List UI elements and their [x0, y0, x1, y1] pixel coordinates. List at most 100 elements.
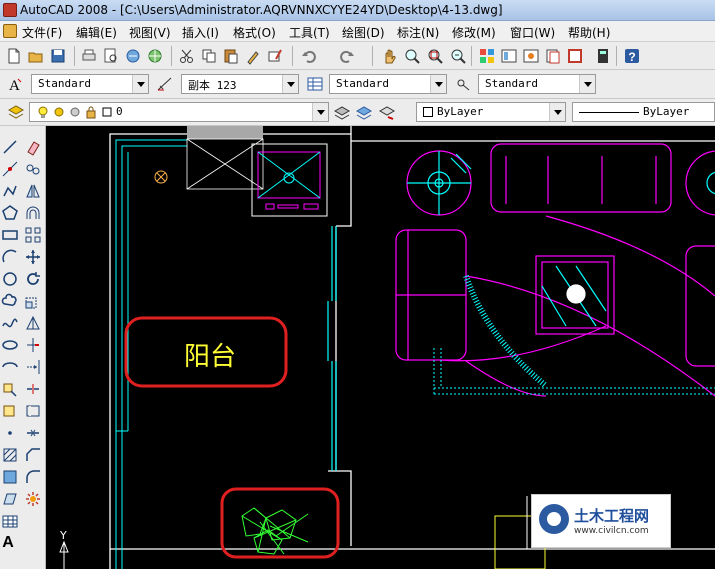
markup-icon[interactable]	[566, 47, 584, 65]
save-icon[interactable]	[49, 47, 67, 65]
make-object-layer-current-icon[interactable]	[333, 103, 351, 121]
break-icon[interactable]	[24, 402, 42, 420]
text-style-combo[interactable]: Standard	[31, 74, 149, 94]
drawing-canvas[interactable]: 阳台 Y 土木工程网 www.civilcn.com	[46, 126, 715, 569]
trim-icon[interactable]	[24, 336, 42, 354]
print-icon[interactable]	[80, 47, 98, 65]
tool-palettes-icon[interactable]	[522, 47, 540, 65]
chevron-down-icon[interactable]	[579, 75, 595, 93]
rectangle-icon[interactable]	[1, 226, 19, 244]
paste-icon[interactable]	[222, 47, 240, 65]
menu-modify[interactable]: 修改(M)	[452, 24, 496, 41]
layer-combo[interactable]: 0	[29, 102, 329, 122]
undo-icon[interactable]	[300, 47, 318, 65]
hatch-icon[interactable]	[1, 446, 19, 464]
calculator-icon[interactable]	[594, 47, 612, 65]
layer-previous-icon[interactable]	[355, 103, 373, 121]
menu-insert[interactable]: 插入(I)	[182, 24, 219, 41]
revcloud-icon[interactable]	[1, 292, 19, 310]
menu-tools[interactable]: 工具(T)	[289, 24, 330, 41]
chevron-down-icon[interactable]	[282, 75, 298, 93]
publish-icon[interactable]	[124, 47, 142, 65]
fillet-icon[interactable]	[24, 468, 42, 486]
cut-icon[interactable]	[178, 47, 196, 65]
zoom-realtime-icon[interactable]	[403, 47, 421, 65]
chevron-down-icon[interactable]	[549, 103, 565, 121]
join-icon[interactable]	[24, 424, 42, 442]
table-style-combo[interactable]: Standard	[329, 74, 447, 94]
gradient-icon[interactable]	[1, 468, 19, 486]
menu-help[interactable]: 帮助(H)	[568, 24, 610, 41]
polyline-icon[interactable]	[1, 182, 19, 200]
scale-icon[interactable]	[24, 292, 42, 310]
construction-line-icon[interactable]	[1, 160, 19, 178]
menu-window[interactable]: 窗口(W)	[510, 24, 555, 41]
design-center-icon[interactable]	[500, 47, 518, 65]
ellipse-icon[interactable]	[1, 336, 19, 354]
new-icon[interactable]	[5, 47, 23, 65]
document-icon[interactable]	[3, 24, 17, 38]
plot-preview-icon[interactable]	[102, 47, 120, 65]
rotate-icon[interactable]	[24, 270, 42, 288]
autocad-app-icon[interactable]	[3, 3, 17, 17]
copy-object-icon[interactable]	[24, 160, 42, 178]
arc-icon[interactable]	[1, 248, 19, 266]
dimension-style-combo[interactable]: 副本 123	[181, 74, 299, 94]
chevron-down-icon[interactable]	[132, 75, 148, 93]
block-editor-icon[interactable]	[266, 47, 284, 65]
text-style-icon[interactable]: A	[6, 75, 24, 93]
redo-icon[interactable]	[338, 47, 356, 65]
chevron-down-icon[interactable]	[430, 75, 446, 93]
menu-file[interactable]: 文件(F)	[22, 24, 62, 41]
dimension-style-icon[interactable]	[156, 75, 174, 93]
coffee-table	[535, 255, 615, 335]
zoom-window-icon[interactable]	[426, 47, 444, 65]
layer-manager-icon[interactable]	[7, 103, 25, 121]
point-icon[interactable]	[1, 424, 19, 442]
menu-dimension[interactable]: 标注(N)	[397, 24, 439, 41]
move-icon[interactable]	[24, 248, 42, 266]
break-at-point-icon[interactable]	[24, 380, 42, 398]
layer-states-icon[interactable]	[378, 103, 396, 121]
make-block-icon[interactable]	[1, 402, 19, 420]
polygon-icon[interactable]	[1, 204, 19, 222]
explode-icon[interactable]	[24, 490, 42, 508]
multileader-style-combo[interactable]: Standard	[478, 74, 596, 94]
zoom-previous-icon[interactable]	[449, 47, 467, 65]
extend-icon[interactable]	[24, 358, 42, 376]
array-icon[interactable]	[24, 226, 42, 244]
color-combo[interactable]: ByLayer	[416, 102, 566, 122]
open-icon[interactable]	[27, 47, 45, 65]
pan-icon[interactable]	[380, 47, 398, 65]
region-icon[interactable]	[1, 490, 19, 508]
insert-block-icon[interactable]	[1, 380, 19, 398]
circle-icon[interactable]	[1, 270, 19, 288]
offset-icon[interactable]	[24, 204, 42, 222]
copy-icon[interactable]	[200, 47, 218, 65]
menu-format[interactable]: 格式(O)	[233, 24, 276, 41]
multileader-style-icon[interactable]	[455, 75, 473, 93]
dimension-style-value: 副本 123	[188, 79, 237, 92]
color-swatch-icon	[98, 103, 116, 121]
menu-edit[interactable]: 编辑(E)	[76, 24, 117, 41]
sheet-set-icon[interactable]	[544, 47, 562, 65]
table-icon[interactable]	[1, 512, 19, 530]
menu-view[interactable]: 视图(V)	[129, 24, 171, 41]
line-icon[interactable]	[1, 138, 19, 156]
menu-draw[interactable]: 绘图(D)	[342, 24, 385, 41]
ellipse-arc-icon[interactable]	[1, 358, 19, 376]
table-style-icon[interactable]	[306, 75, 324, 93]
ucs-y-label: Y	[60, 529, 67, 542]
properties-icon[interactable]	[478, 47, 496, 65]
chamfer-icon[interactable]	[24, 446, 42, 464]
chevron-down-icon[interactable]	[312, 103, 328, 121]
match-properties-icon[interactable]	[244, 47, 262, 65]
mirror-icon[interactable]	[24, 182, 42, 200]
3d-dwf-icon[interactable]	[146, 47, 164, 65]
linetype-combo[interactable]: ByLayer	[572, 102, 715, 122]
stretch-icon[interactable]	[24, 314, 42, 332]
multiline-text-icon[interactable]: A	[0, 534, 17, 552]
help-icon[interactable]: ?	[623, 47, 641, 65]
erase-icon[interactable]	[24, 138, 42, 156]
spline-icon[interactable]	[1, 314, 19, 332]
